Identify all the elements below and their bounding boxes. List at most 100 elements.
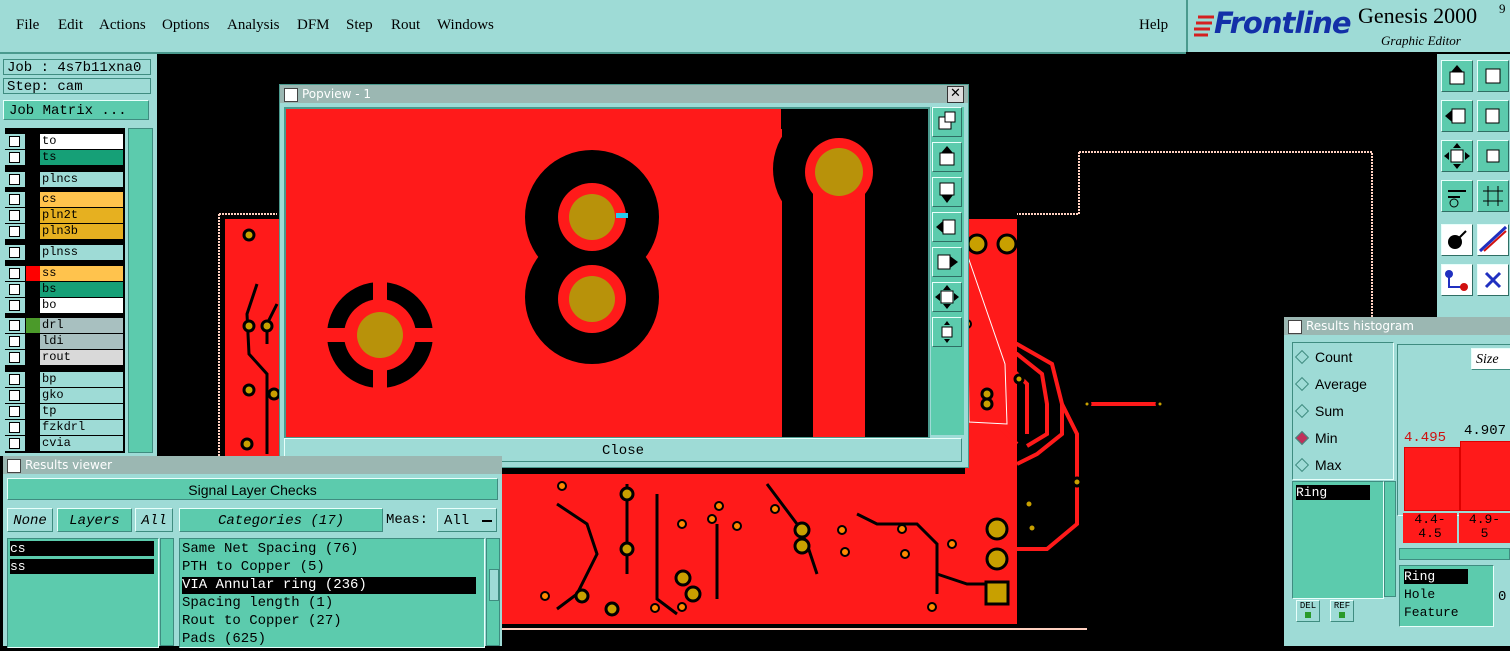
layer-color-swatch[interactable]	[26, 350, 40, 365]
layer-row-pln2t[interactable]: pln2t	[5, 208, 125, 223]
layer-checkbox-area[interactable]	[5, 172, 25, 187]
popview-pan-right-icon[interactable]	[932, 247, 962, 277]
layer-color-swatch[interactable]	[26, 245, 40, 260]
layer-name[interactable]: ss	[40, 266, 123, 281]
layer-name[interactable]: fzkdrl	[40, 420, 123, 435]
popview-pan-down-icon[interactable]	[932, 177, 962, 207]
option-min[interactable]: Min	[1294, 430, 1338, 446]
layer-row-ts[interactable]: ts	[5, 150, 125, 165]
menu-file[interactable]: File	[16, 17, 39, 34]
category-list[interactable]: Same Net Spacing (76) PTH to Copper (5) …	[179, 538, 485, 648]
close-icon[interactable]: ✕	[947, 86, 964, 103]
pan-up-icon[interactable]	[1441, 60, 1473, 92]
zoom-out-icon[interactable]	[1477, 140, 1509, 172]
layer-row-fzkdrl[interactable]: fzkdrl	[5, 420, 125, 435]
layer-name[interactable]: gko	[40, 388, 123, 403]
menu-dfm[interactable]: DFM	[297, 17, 330, 34]
layer-name[interactable]: bs	[40, 282, 123, 297]
layer-checkbox[interactable]	[9, 352, 20, 363]
layer-row-cvia[interactable]: cvia	[5, 436, 125, 451]
layer-checkbox[interactable]	[9, 374, 20, 385]
popview-titlebar[interactable]: Popview - 1 ✕	[280, 85, 968, 103]
popview-zoom-in-icon[interactable]	[932, 282, 962, 312]
menu-edit[interactable]: Edit	[58, 17, 83, 34]
layer-checkbox-area[interactable]	[5, 245, 25, 260]
menu-analysis[interactable]: Analysis	[227, 17, 280, 34]
histogram-attribute-item[interactable]: Ring	[1296, 485, 1370, 500]
layer-checkbox-area[interactable]	[5, 134, 25, 149]
layer-row-cs[interactable]: cs	[5, 192, 125, 207]
layer-checkbox[interactable]	[9, 226, 20, 237]
layer-row-rout[interactable]: rout	[5, 350, 125, 365]
layer-checkbox-area[interactable]	[5, 318, 25, 333]
category-item[interactable]: PTH to Copper (5)	[182, 559, 325, 575]
layer-checkbox[interactable]	[9, 268, 20, 279]
layer-color-swatch[interactable]	[26, 266, 40, 281]
layer-checkbox[interactable]	[9, 194, 20, 205]
layer-checkbox[interactable]	[9, 300, 20, 311]
layer-row-plnss[interactable]: plnss	[5, 245, 125, 260]
window-menu-icon[interactable]	[1288, 320, 1302, 334]
layer-checkbox-area[interactable]	[5, 436, 25, 451]
layer-checkbox[interactable]	[9, 284, 20, 295]
grid-icon[interactable]	[1477, 180, 1509, 212]
layer-list-scrollbar[interactable]	[128, 128, 153, 453]
histogram-bar[interactable]	[1404, 447, 1460, 511]
window-menu-icon[interactable]	[284, 88, 298, 102]
popview-fit-icon[interactable]	[932, 107, 962, 137]
layer-checkbox[interactable]	[9, 422, 20, 433]
category-item-selected[interactable]: VIA Annular ring (236)	[182, 577, 476, 594]
categories-button[interactable]: Categories (17)	[179, 508, 383, 532]
layer-row-bs[interactable]: bs	[5, 282, 125, 297]
layer-checkbox-area[interactable]	[5, 266, 25, 281]
layer-checkbox[interactable]	[9, 406, 20, 417]
layer-name[interactable]: plnss	[40, 245, 123, 260]
layer-results-scrollbar[interactable]	[160, 538, 174, 646]
layer-row-to[interactable]: to	[5, 134, 125, 149]
layer-color-swatch[interactable]	[26, 404, 40, 419]
popview-zoom-out-icon[interactable]	[932, 317, 962, 347]
layer-name[interactable]: bp	[40, 372, 123, 387]
layer-checkbox-area[interactable]	[5, 334, 25, 349]
layer-color-swatch[interactable]	[26, 334, 40, 349]
menu-actions[interactable]: Actions	[99, 17, 146, 34]
field-item[interactable]: Feature	[1404, 605, 1459, 620]
delete-node-icon[interactable]	[1477, 264, 1509, 296]
histogram-bar[interactable]	[1460, 441, 1510, 511]
histogram-attribute-list[interactable]: Ring	[1292, 481, 1384, 599]
popview-canvas[interactable]	[284, 106, 930, 439]
menu-rout[interactable]: Rout	[391, 17, 420, 34]
layer-result-item[interactable]: cs	[10, 541, 154, 556]
layer-row-bp[interactable]: bp	[5, 372, 125, 387]
pan-left-icon[interactable]	[1441, 100, 1473, 132]
popview-pan-up-icon[interactable]	[932, 142, 962, 172]
layer-checkbox-area[interactable]	[5, 282, 25, 297]
menu-windows[interactable]: Windows	[437, 17, 494, 34]
meas-dropdown[interactable]: All	[437, 508, 497, 532]
layer-name[interactable]: plncs	[40, 172, 123, 187]
category-item[interactable]: Rout to Copper (27)	[182, 613, 342, 629]
layer-checkbox[interactable]	[9, 336, 20, 347]
layer-color-swatch[interactable]	[26, 298, 40, 313]
menu-options[interactable]: Options	[162, 17, 210, 34]
layer-row-ldi[interactable]: ldi	[5, 334, 125, 349]
layer-result-item[interactable]: ss	[10, 559, 154, 574]
layer-color-swatch[interactable]	[26, 436, 40, 451]
layer-row-ss[interactable]: ss	[5, 266, 125, 281]
popview-pan-left-icon[interactable]	[932, 212, 962, 242]
check-set-title[interactable]: Signal Layer Checks	[7, 478, 498, 500]
layer-checkbox-area[interactable]	[5, 192, 25, 207]
layers-button[interactable]: Layers	[57, 508, 132, 532]
layer-name[interactable]: ts	[40, 150, 123, 165]
layer-name[interactable]: tp	[40, 404, 123, 419]
layer-results-list[interactable]: cs ss	[7, 538, 159, 648]
layer-checkbox[interactable]	[9, 438, 20, 449]
layer-checkbox-area[interactable]	[5, 420, 25, 435]
layer-color-swatch[interactable]	[26, 192, 40, 207]
layer-color-swatch[interactable]	[26, 282, 40, 297]
layer-checkbox-area[interactable]	[5, 404, 25, 419]
layer-color-swatch[interactable]	[26, 388, 40, 403]
option-sum[interactable]: Sum	[1294, 403, 1344, 419]
select-icon[interactable]	[1441, 224, 1473, 256]
field-item-selected[interactable]: Ring	[1404, 569, 1468, 584]
